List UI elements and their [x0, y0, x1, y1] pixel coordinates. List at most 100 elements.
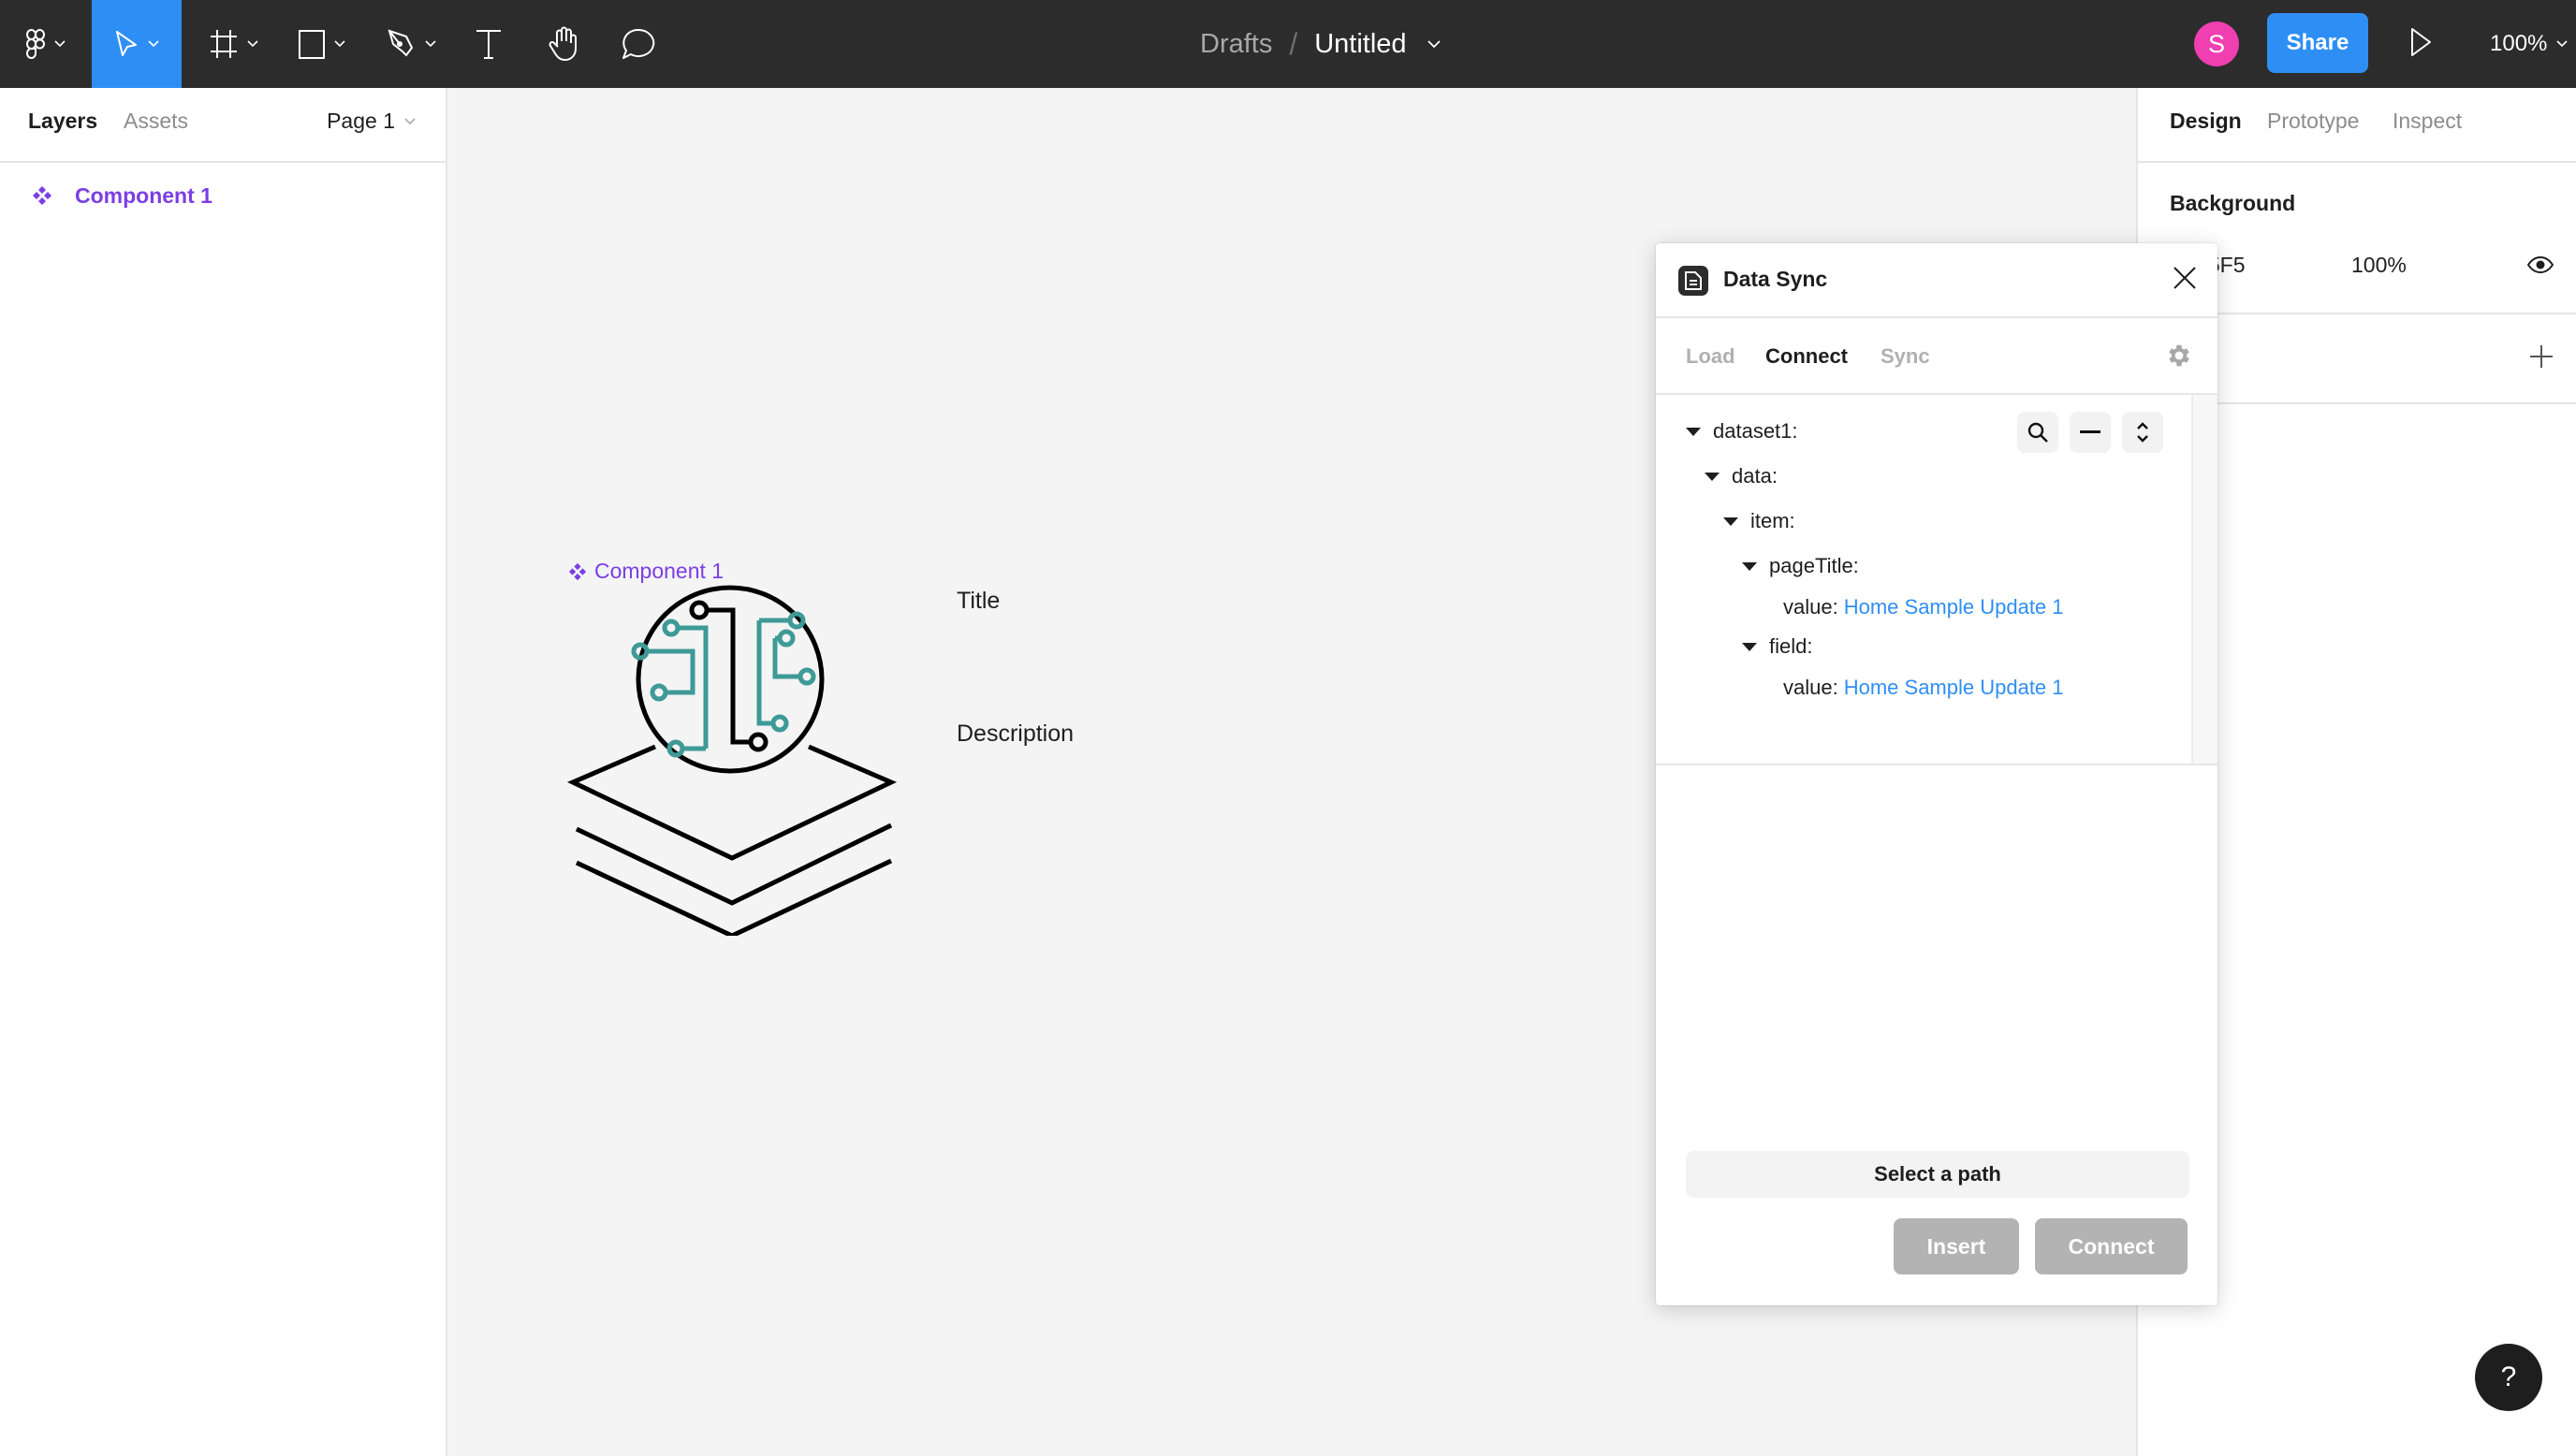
tree-scrollbar[interactable] [2191, 395, 2217, 764]
caret-down-icon[interactable] [1742, 642, 1757, 651]
tree-key: value: [1783, 595, 1838, 619]
caret-down-icon[interactable] [1723, 517, 1738, 526]
help-button[interactable]: ? [2475, 1344, 2542, 1411]
document-icon [1678, 266, 1708, 296]
page-selector-label: Page 1 [327, 109, 395, 133]
plus-icon[interactable] [2529, 344, 2554, 369]
layer-label: Component 1 [75, 182, 212, 208]
breadcrumb: Drafts / Untitled [1200, 0, 1441, 88]
chevron-down-icon [2556, 40, 2568, 48]
figma-logo-icon [26, 29, 45, 59]
collapse-all-button[interactable] [2070, 412, 2111, 453]
plugin-tab-sync[interactable]: Sync [1881, 344, 1930, 369]
tab-layers[interactable]: Layers [28, 109, 97, 134]
insert-button[interactable]: Insert [1894, 1218, 2019, 1274]
tree-key: item: [1750, 509, 1795, 532]
user-avatar[interactable]: S [2194, 22, 2239, 66]
rectangle-icon [299, 30, 325, 59]
eye-icon[interactable] [2527, 256, 2554, 273]
ai-data-layers-illustration[interactable] [562, 580, 899, 936]
zoom-dropdown[interactable]: 100% [2490, 0, 2568, 88]
file-name[interactable]: Untitled [1314, 29, 1406, 60]
breadcrumb-drafts[interactable]: Drafts [1200, 29, 1272, 60]
chevron-down-icon[interactable] [1427, 39, 1441, 49]
title-text-layer[interactable]: Title [957, 588, 1000, 615]
text-icon [476, 30, 501, 59]
layer-item[interactable]: Component 1 [0, 174, 446, 217]
plugin-tab-load[interactable]: Load [1686, 344, 1735, 369]
tree-leaf-field-value[interactable]: value: Home Sample Update 1 [1783, 672, 2064, 704]
plugin-tabs: Load Connect Sync [1656, 318, 2217, 395]
cursor-icon [116, 31, 137, 56]
tree-key: dataset1: [1713, 419, 1798, 443]
tree-value[interactable]: Home Sample Update 1 [1844, 595, 2064, 619]
component-icon [33, 186, 51, 205]
selected-path-display: Select a path [1686, 1151, 2189, 1198]
tree-leaf-pagetitle-value[interactable]: value: Home Sample Update 1 [1783, 591, 2064, 623]
expand-collapse-icon [2137, 422, 2148, 443]
minus-icon [2080, 430, 2100, 433]
chevron-down-icon [54, 40, 66, 48]
search-button[interactable] [2017, 412, 2058, 453]
layer-plane-bottom [575, 858, 893, 936]
search-icon [2027, 422, 2048, 443]
chevron-down-icon [404, 117, 416, 124]
tab-inspect[interactable]: Inspect [2393, 109, 2462, 134]
play-icon [2411, 28, 2431, 56]
tree-value[interactable]: Home Sample Update 1 [1844, 676, 2064, 700]
tab-assets[interactable]: Assets [124, 109, 188, 134]
chevron-down-icon [247, 40, 258, 48]
main-menu-button[interactable] [13, 0, 79, 88]
tree-key: field: [1769, 634, 1813, 658]
page-selector[interactable]: Page 1 [327, 109, 416, 134]
top-toolbar: Drafts / Untitled S Share 100% [0, 0, 2576, 88]
tab-design[interactable]: Design [2170, 109, 2242, 134]
gear-icon[interactable] [2165, 342, 2193, 370]
hand-tool-button[interactable] [543, 0, 584, 88]
share-button[interactable]: Share [2267, 13, 2368, 73]
tree-key: data: [1732, 464, 1778, 488]
tree-node-dataset1[interactable]: dataset1: [1686, 415, 1798, 447]
tree-node-field[interactable]: field: [1742, 631, 1812, 662]
right-panel-tabs: Design Prototype Inspect [2138, 88, 2576, 163]
pen-icon [388, 29, 414, 57]
left-panel-tabs: Layers Assets Page 1 [0, 88, 446, 163]
chevron-down-icon [425, 40, 436, 48]
breadcrumb-separator: / [1289, 26, 1298, 61]
tree-key: value: [1783, 676, 1838, 699]
text-tool-button[interactable] [468, 0, 509, 88]
pen-tool-button[interactable] [378, 0, 446, 88]
tree-node-pagetitle[interactable]: pageTitle: [1742, 550, 1859, 582]
background-section-title: Background [2170, 191, 2296, 215]
chevron-down-icon [334, 40, 345, 48]
tree-node-data[interactable]: data: [1705, 460, 1778, 492]
tree-key: pageTitle: [1769, 554, 1859, 577]
plugin-tab-connect[interactable]: Connect [1765, 344, 1848, 369]
data-tree: dataset1: data: item: pageTitle: value: … [1656, 395, 2217, 765]
shape-tool-button[interactable] [288, 0, 356, 88]
caret-down-icon[interactable] [1742, 561, 1757, 571]
plugin-header[interactable]: Data Sync [1656, 243, 2217, 318]
tree-node-item[interactable]: item: [1723, 505, 1795, 537]
connect-button[interactable]: Connect [2035, 1218, 2188, 1274]
present-button[interactable] [2410, 26, 2433, 63]
frame-icon [211, 30, 237, 58]
component-icon [568, 562, 587, 580]
description-text-layer[interactable]: Description [957, 721, 1074, 748]
data-sync-plugin-window: Data Sync Load Connect Sync dataset1: da… [1656, 243, 2217, 1305]
move-tool-button[interactable] [92, 0, 182, 88]
background-opacity-input[interactable]: 100% [2351, 253, 2407, 278]
comment-tool-button[interactable] [618, 0, 659, 88]
hand-icon [549, 26, 577, 61]
expand-all-button[interactable] [2122, 412, 2163, 453]
frame-tool-button[interactable] [200, 0, 268, 88]
tab-prototype[interactable]: Prototype [2267, 109, 2359, 134]
caret-down-icon[interactable] [1705, 472, 1720, 481]
close-icon[interactable] [2173, 266, 2197, 290]
chevron-down-icon [148, 40, 159, 48]
layer-plane-middle [575, 823, 893, 906]
plugin-title: Data Sync [1723, 267, 1828, 291]
caret-down-icon[interactable] [1686, 427, 1701, 436]
left-panel: Layers Assets Page 1 Component 1 [0, 88, 447, 1456]
comment-icon [622, 28, 655, 59]
